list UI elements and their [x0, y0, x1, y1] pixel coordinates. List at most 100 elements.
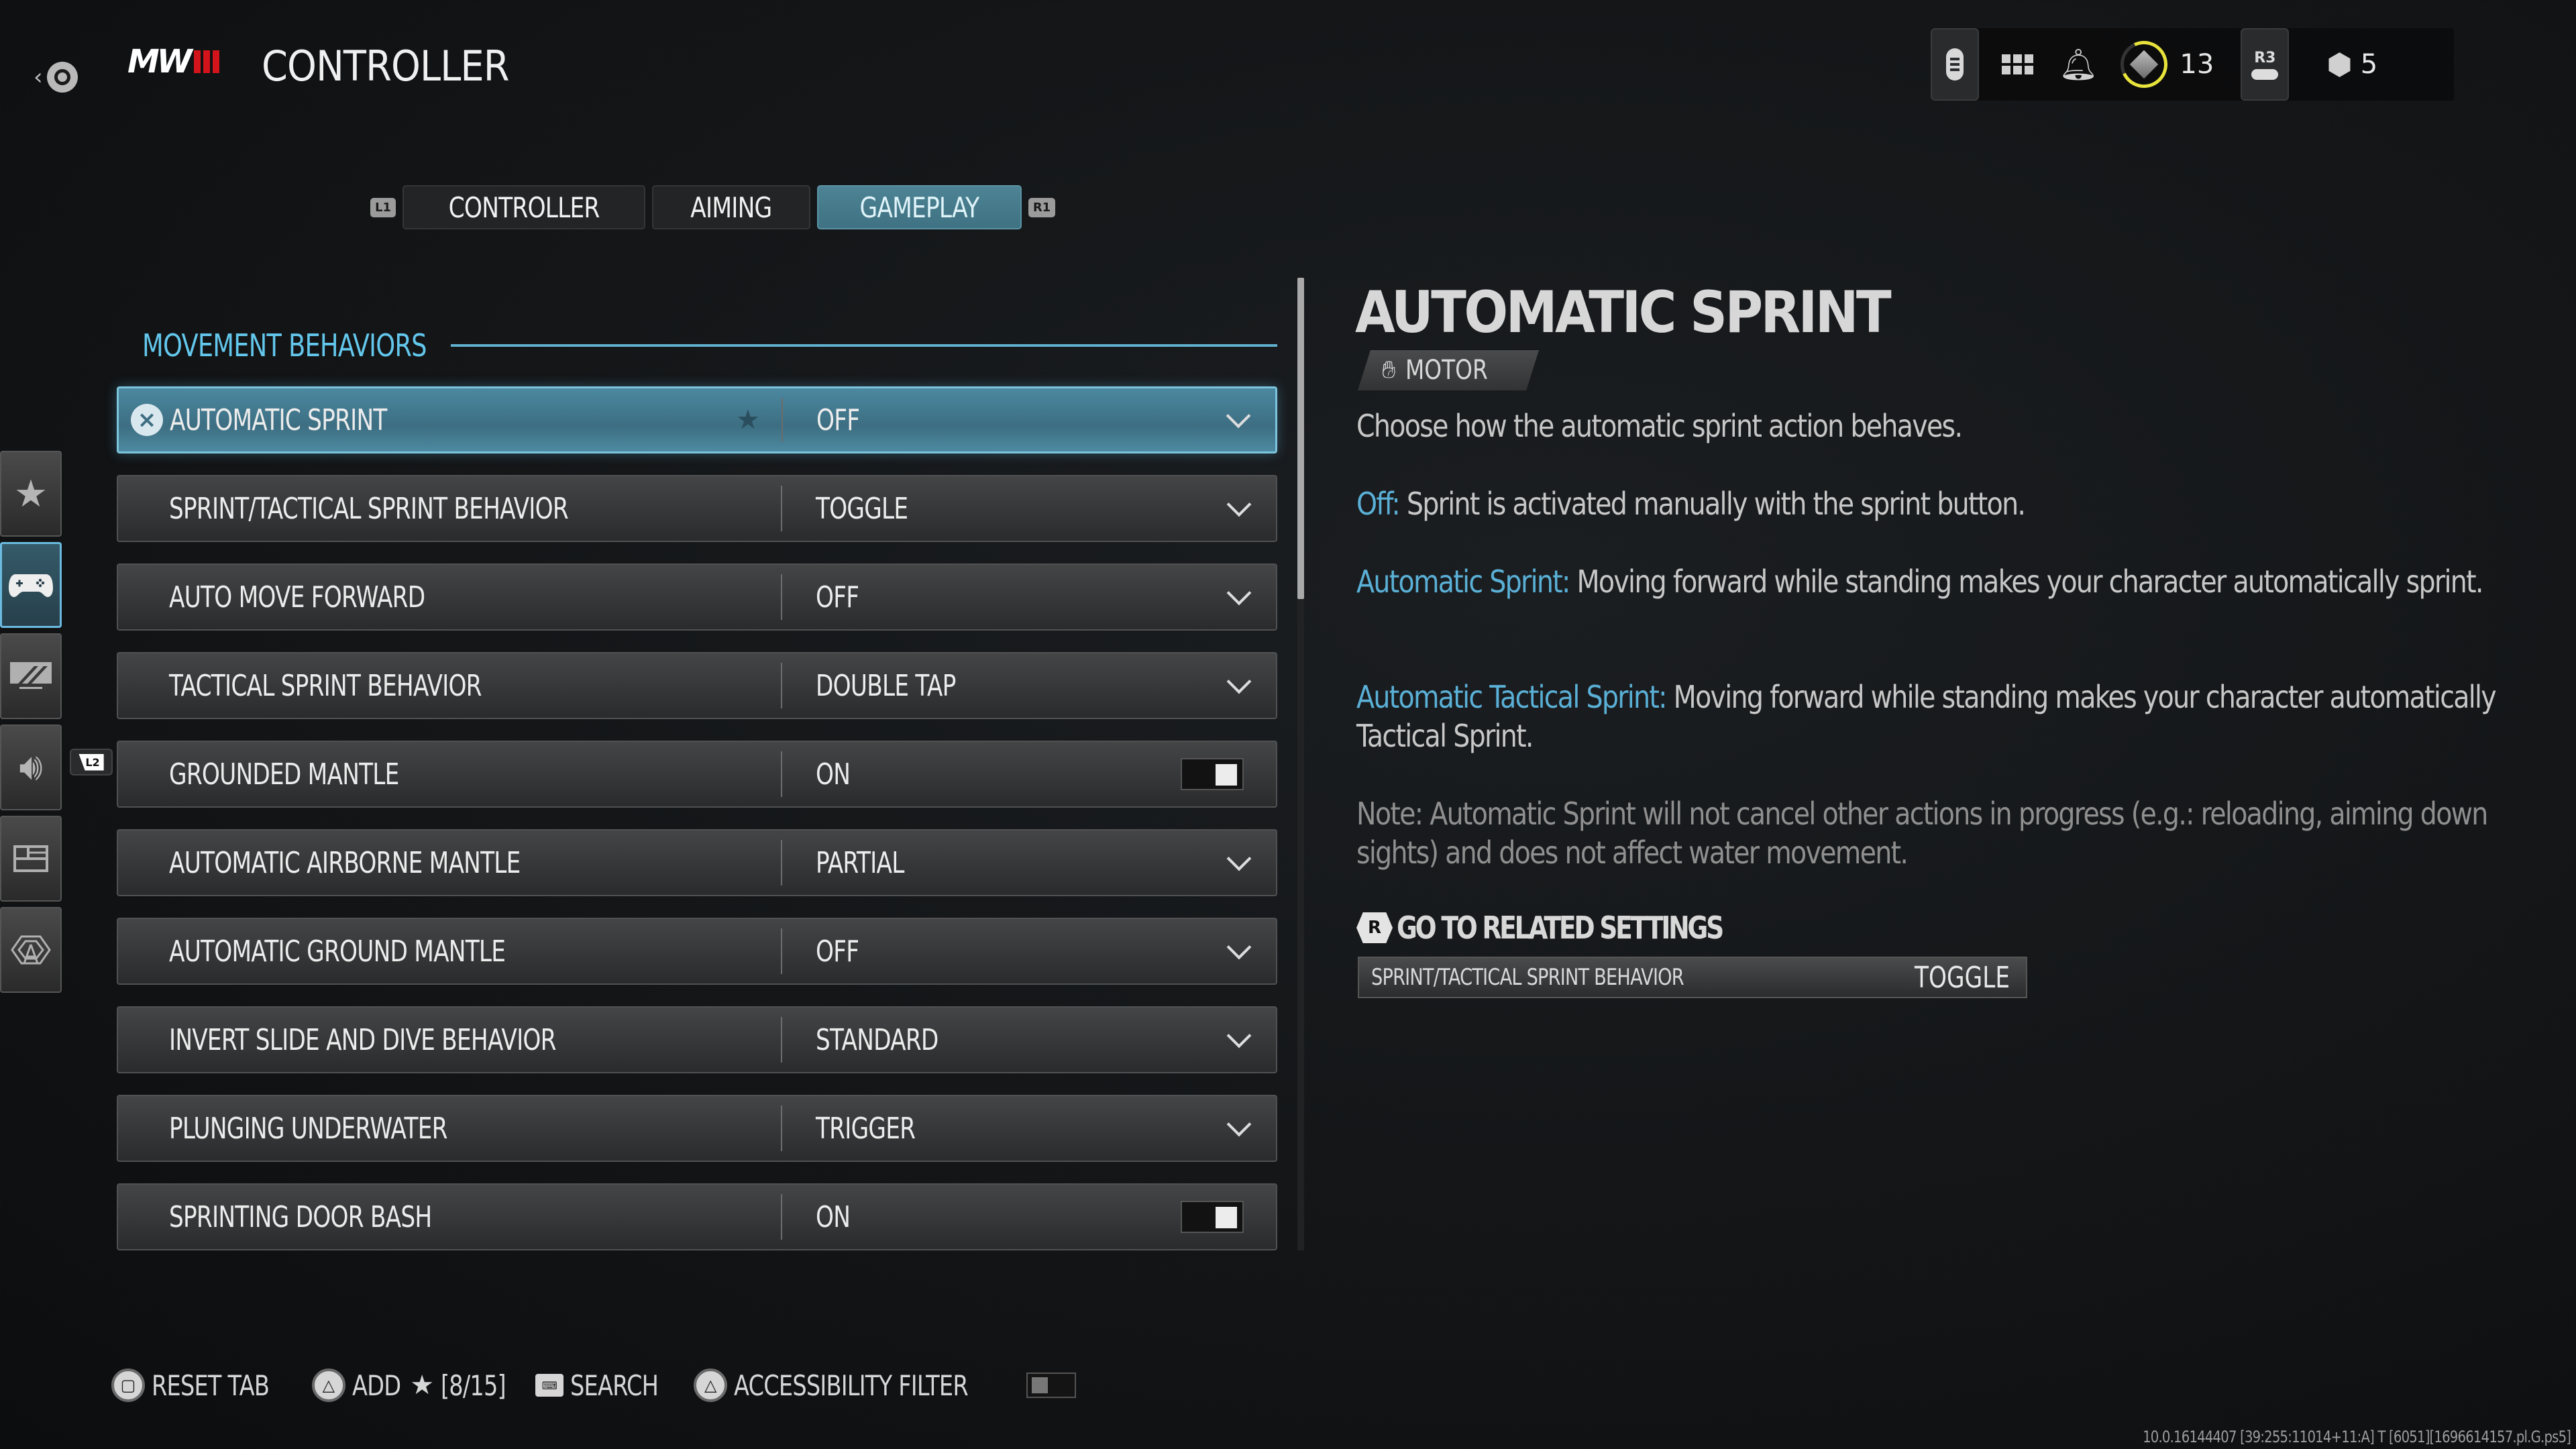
setting-label: AUTOMATIC AIRBORNE MANTLE: [169, 845, 521, 880]
chevron-down-icon[interactable]: [1228, 853, 1248, 873]
tab-controller[interactable]: CONTROLLER: [402, 185, 646, 229]
rail-favorites[interactable]: ★: [0, 451, 62, 537]
settings-list: × ★ AUTOMATIC SPRINT OFF SPRINT/TACTICAL SPR…: [117, 386, 1277, 1272]
scrollbar[interactable]: [1297, 278, 1304, 1250]
rank-level: 13: [2180, 49, 2214, 80]
setting-row[interactable]: PLUNGING UNDERWATER TRIGGER: [117, 1095, 1277, 1162]
l2-label: L2: [78, 753, 104, 771]
chevron-down-icon[interactable]: [1228, 1118, 1248, 1138]
tab-aiming[interactable]: AIMING: [652, 185, 810, 229]
accessibility-filter-toggle[interactable]: [1026, 1373, 1077, 1398]
related-setting-row[interactable]: SPRINT/TACTICAL SPRINT BEHAVIOR TOGGLE: [1358, 957, 2027, 998]
top-status-bar: 🔔︎ 13 R3 ⬢ 5: [1931, 28, 2454, 101]
row-divider: [781, 1194, 782, 1240]
setting-label: AUTOMATIC GROUND MANTLE: [169, 934, 506, 969]
option-automatic-tactical-sprint: Automatic Tactical Sprint: Moving forwar…: [1356, 678, 2537, 755]
setting-row[interactable]: AUTOMATIC GROUND MANTLE OFF: [117, 918, 1277, 985]
back-button[interactable]: ‹: [34, 47, 94, 107]
tab-bar: L1 CONTROLLER AIMING GAMEPLAY R1: [370, 185, 1056, 229]
setting-row[interactable]: TACTICAL SPRINT BEHAVIOR DOUBLE TAP: [117, 652, 1277, 719]
party-button[interactable]: ⬢: [2326, 48, 2352, 82]
accessibility-filter-label: ACCESSIBILITY FILTER: [734, 1368, 969, 1402]
logo-mw: MW: [127, 43, 193, 80]
footer-actions: ▢ RESET TAB △ ADD ★ [8/15] ⌨ SEARCH △ AC…: [111, 1368, 1077, 1402]
star-icon: ★: [13, 472, 48, 516]
triangle-button-icon: △: [694, 1368, 728, 1402]
interface-icon: [13, 845, 48, 872]
speaker-icon: 🔊︎: [19, 745, 43, 789]
related-setting-label: SPRINT/TACTICAL SPRINT BEHAVIOR: [1371, 964, 1684, 991]
tab-label: CONTROLLER: [448, 191, 600, 224]
r3-button[interactable]: R3: [2241, 28, 2290, 101]
setting-row[interactable]: × ★ AUTOMATIC SPRINT OFF: [117, 386, 1277, 453]
menu-button[interactable]: [1931, 28, 1979, 101]
setting-label: INVERT SLIDE AND DIVE BEHAVIOR: [169, 1022, 557, 1057]
gamepad-icon: [9, 574, 53, 597]
note-text: Note: Automatic Sprint will not cancel o…: [1356, 796, 2488, 871]
section-header: MOVEMENT BEHAVIORS: [142, 327, 1277, 364]
rank-badge[interactable]: [2121, 41, 2168, 88]
rail-audio[interactable]: 🔊︎: [0, 724, 62, 810]
tab-label: AIMING: [690, 191, 773, 224]
party-icon: ⬢: [2326, 47, 2353, 82]
setting-value: OFF: [816, 402, 860, 437]
setting-row[interactable]: INVERT SLIDE AND DIVE BEHAVIOR STANDARD: [117, 1006, 1277, 1073]
build-info: 10.0.16144407 [39:255:11014+11:A] T [605…: [2142, 1428, 2571, 1446]
circle-button-icon: [46, 62, 78, 93]
setting-row[interactable]: GROUNDED MANTLE ON: [117, 741, 1277, 808]
apps-grid-button[interactable]: [2002, 54, 2033, 74]
option-text: Sprint is activated manually with the sp…: [1399, 486, 2026, 522]
r1-bumper-hint[interactable]: R1: [1028, 197, 1056, 217]
scrollbar-thumb[interactable]: [1297, 278, 1304, 599]
setting-label: SPRINT/TACTICAL SPRINT BEHAVIOR: [169, 491, 569, 526]
rail-graphics[interactable]: [0, 633, 62, 719]
setting-value: TRIGGER: [816, 1111, 916, 1146]
tab-gameplay[interactable]: GAMEPLAY: [816, 185, 1022, 229]
accessibility-filter-button[interactable]: △ ACCESSIBILITY FILTER: [694, 1368, 1077, 1402]
add-label: ADD: [352, 1368, 401, 1402]
row-divider: [781, 663, 782, 708]
favorite-star-icon[interactable]: ★: [736, 405, 760, 435]
l1-bumper-hint[interactable]: L1: [370, 197, 396, 217]
setting-label: PLUNGING UNDERWATER: [169, 1111, 447, 1146]
setting-label: GROUNDED MANTLE: [169, 757, 399, 792]
setting-value: OFF: [816, 580, 859, 614]
row-divider: [781, 486, 782, 531]
square-button-icon: ▢: [111, 1368, 145, 1402]
toggle-switch[interactable]: [1181, 758, 1244, 790]
l2-trigger-hint[interactable]: L2: [70, 749, 113, 775]
row-divider: [781, 1017, 782, 1063]
bell-icon: 🔔︎: [2059, 46, 2098, 83]
setting-row[interactable]: AUTOMATIC AIRBORNE MANTLE PARTIAL: [117, 829, 1277, 896]
rail-network[interactable]: [0, 907, 62, 993]
search-label: SEARCH: [570, 1368, 659, 1402]
reset-tab-button[interactable]: ▢ RESET TAB: [111, 1368, 272, 1402]
accessibility-tag: ✋︎ MOTOR: [1358, 350, 1539, 390]
setting-label: TACTICAL SPRINT BEHAVIOR: [169, 668, 482, 703]
chevron-down-icon[interactable]: [1228, 498, 1248, 519]
chevron-down-icon[interactable]: [1228, 1030, 1248, 1050]
chevron-down-icon[interactable]: [1228, 587, 1248, 607]
chevron-down-icon[interactable]: [1228, 676, 1248, 696]
option-off: Off: Sprint is activated manually with t…: [1356, 484, 2537, 523]
rail-interface[interactable]: [0, 816, 62, 902]
add-favorite-button[interactable]: △ ADD ★ [8/15]: [311, 1368, 506, 1402]
search-button[interactable]: ⌨ SEARCH: [535, 1369, 659, 1402]
notifications-button[interactable]: 🔔︎: [2059, 46, 2098, 83]
grid-icon: [2002, 54, 2033, 74]
setting-value: OFF: [816, 934, 859, 969]
section-title: MOVEMENT BEHAVIORS: [142, 327, 427, 364]
toggle-switch[interactable]: [1181, 1201, 1244, 1233]
reset-tab-label: RESET TAB: [152, 1368, 270, 1402]
setting-row[interactable]: SPRINT/TACTICAL SPRINT BEHAVIOR TOGGLE: [117, 475, 1277, 542]
chevron-down-icon[interactable]: [1228, 941, 1248, 961]
page-title: CONTROLLER: [262, 42, 510, 91]
setting-label: AUTO MOVE FORWARD: [169, 580, 425, 614]
setting-row[interactable]: AUTO MOVE FORWARD OFF: [117, 564, 1277, 631]
rail-controller[interactable]: [0, 542, 62, 628]
chevron-left-icon: ‹: [34, 64, 43, 91]
chevron-down-icon[interactable]: [1227, 410, 1247, 430]
setting-row[interactable]: SPRINTING DOOR BASH ON: [117, 1183, 1277, 1250]
setting-value: ON: [816, 757, 851, 792]
tab-label: GAMEPLAY: [859, 191, 979, 224]
